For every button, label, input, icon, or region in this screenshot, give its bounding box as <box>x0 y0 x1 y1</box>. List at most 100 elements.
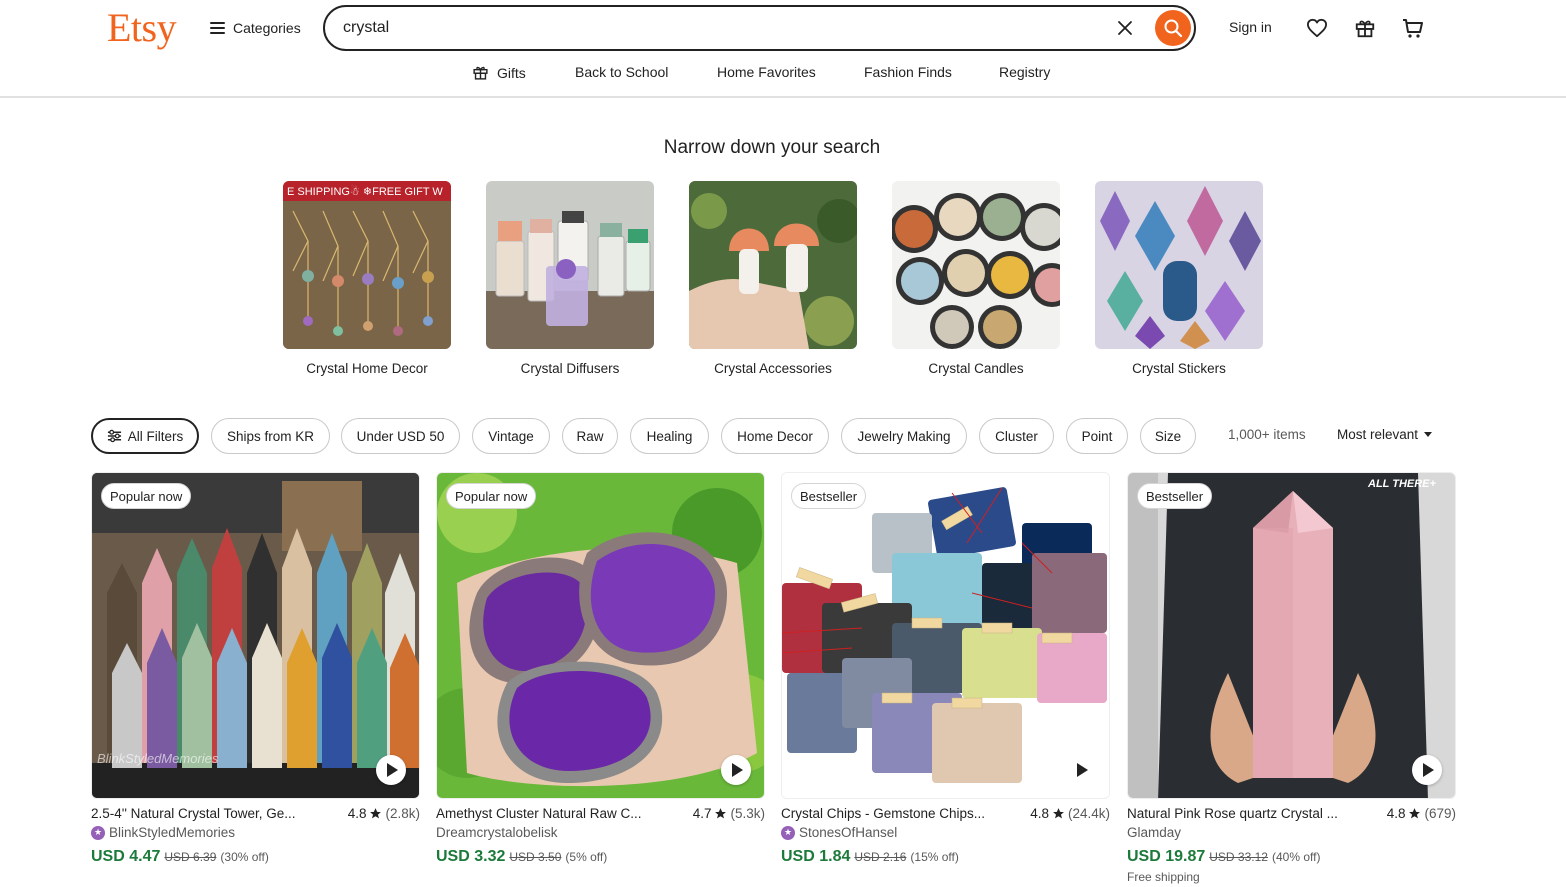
free-shipping-label: Free shipping <box>1127 870 1200 884</box>
search-icon <box>1164 19 1183 38</box>
nav-registry[interactable]: Registry <box>999 64 1050 80</box>
play-icon <box>1077 763 1088 777</box>
play-video-button[interactable] <box>376 755 406 785</box>
category-label-accessories[interactable]: Crystal Accessories <box>689 361 857 376</box>
price-row: USD 1.84 USD 2.16 (15% off) <box>781 848 959 866</box>
play-icon <box>387 763 398 777</box>
category-crystal-candles[interactable] <box>892 181 1060 349</box>
filter-chip-healing[interactable]: Healing <box>630 418 709 454</box>
play-video-button[interactable] <box>721 755 751 785</box>
filter-chip-point[interactable]: Point <box>1066 418 1128 454</box>
product-rating: 4.7 (5.3k) <box>693 806 765 821</box>
product-image[interactable]: Bestseller <box>781 472 1110 799</box>
product-title[interactable]: Amethyst Cluster Natural Raw C... <box>436 806 676 821</box>
star-seller-icon: ★ <box>781 825 795 840</box>
review-count: (5.3k) <box>730 806 765 821</box>
category-image <box>1095 181 1263 349</box>
filter-chip-jewelry-making[interactable]: Jewelry Making <box>841 418 967 454</box>
play-video-button[interactable] <box>1412 755 1442 785</box>
discount-label: (30% off) <box>220 850 269 864</box>
product-image[interactable]: Popular now <box>436 472 765 799</box>
categories-button[interactable]: Categories <box>210 17 301 39</box>
original-price: USD 33.12 <box>1209 850 1268 864</box>
gift-icon <box>473 66 488 80</box>
image-overlay-text: ALL THERE+ <box>1367 478 1437 490</box>
category-label-home-decor[interactable]: Crystal Home Decor <box>283 361 451 376</box>
shop-name-label: Dreamcrystalobelisk <box>436 825 558 840</box>
star-icon <box>1409 808 1421 819</box>
sign-in-link[interactable]: Sign in <box>1229 19 1272 35</box>
shop-name[interactable]: ★ BlinkStyledMemories <box>91 825 235 840</box>
rating-value: 4.7 <box>692 806 712 821</box>
review-count: (679) <box>1424 806 1456 821</box>
all-filters-button[interactable]: All Filters <box>91 418 199 454</box>
play-video-button[interactable] <box>1066 755 1096 785</box>
shop-name[interactable]: ★ StonesOfHansel <box>781 825 897 840</box>
shop-name[interactable]: Glamday <box>1127 825 1181 840</box>
rating-value: 4.8 <box>1030 806 1049 821</box>
product-image[interactable]: BlinkStyledMemories Popular now <box>91 472 420 799</box>
original-price: USD 6.39 <box>164 850 217 864</box>
shop-name[interactable]: Dreamcrystalobelisk <box>436 825 558 840</box>
search-input[interactable] <box>343 16 1103 40</box>
filter-chip-vintage[interactable]: Vintage <box>472 418 550 454</box>
product-rating: 4.8 (679) <box>1387 806 1456 821</box>
product-title[interactable]: Natural Pink Rose quartz Crystal ... <box>1127 806 1367 821</box>
site-header: Etsy Categories Sign in Gifts Back to Sc… <box>0 0 1566 98</box>
category-image <box>892 181 1060 349</box>
image-watermark: BlinkStyledMemories <box>97 751 219 766</box>
category-crystal-home-decor[interactable]: E SHIPPING☃ ❄FREE GIFT W <box>283 181 451 349</box>
bestseller-badge: Bestseller <box>791 483 867 509</box>
review-count: (2.8k) <box>385 806 420 821</box>
filter-chip-raw[interactable]: Raw <box>562 418 618 454</box>
product-image[interactable]: ALL THERE+ Bestseller <box>1127 472 1456 799</box>
price-row: USD 4.47 USD 6.39 (30% off) <box>91 848 269 866</box>
discount-label: (5% off) <box>565 850 608 864</box>
product-title[interactable]: 2.5-4'' Natural Crystal Tower, Ge... <box>91 806 331 821</box>
menu-icon <box>210 22 225 34</box>
category-label-candles[interactable]: Crystal Candles <box>892 361 1060 376</box>
nav-gifts[interactable]: Gifts <box>472 64 526 81</box>
filter-chip-cluster[interactable]: Cluster <box>979 418 1054 454</box>
search-button[interactable] <box>1155 10 1191 46</box>
nav-back-to-school[interactable]: Back to School <box>575 64 668 80</box>
price-row: USD 19.87 USD 33.12 (40% off) <box>1127 848 1320 866</box>
nav-home-favorites[interactable]: Home Favorites <box>717 64 816 80</box>
gift-icon[interactable] <box>1351 14 1379 42</box>
category-image: E SHIPPING☃ ❄FREE GIFT W <box>283 181 451 349</box>
category-crystal-stickers[interactable] <box>1095 181 1263 349</box>
category-banner-text: E SHIPPING☃ ❄FREE GIFT W <box>287 184 443 198</box>
category-image <box>486 181 654 349</box>
star-icon <box>1053 808 1064 819</box>
filter-chip-under-usd-50[interactable]: Under USD 50 <box>341 418 460 454</box>
play-icon <box>732 763 743 777</box>
filter-icon <box>107 429 121 443</box>
search-bar <box>323 5 1196 51</box>
cart-icon[interactable] <box>1399 14 1427 42</box>
category-crystal-accessories[interactable] <box>689 181 857 349</box>
original-price: USD 3.50 <box>509 850 562 864</box>
etsy-logo[interactable]: Etsy <box>107 4 177 51</box>
play-icon <box>1423 763 1434 777</box>
sale-price: USD 1.84 <box>781 848 851 865</box>
discount-label: (15% off) <box>910 850 959 864</box>
category-label-diffusers[interactable]: Crystal Diffusers <box>486 361 654 376</box>
product-title[interactable]: Crystal Chips - Gemstone Chips... <box>781 806 1021 821</box>
star-seller-icon: ★ <box>91 825 105 840</box>
nav-fashion-finds[interactable]: Fashion Finds <box>864 64 952 80</box>
price-row: USD 3.32 USD 3.50 (5% off) <box>436 848 607 866</box>
sort-dropdown[interactable]: Most relevant <box>1337 427 1433 442</box>
categories-label: Categories <box>233 20 301 36</box>
category-image <box>689 181 857 349</box>
category-label-stickers[interactable]: Crystal Stickers <box>1095 361 1263 376</box>
filter-chip-home-decor[interactable]: Home Decor <box>721 418 829 454</box>
filter-chip-size[interactable]: Size <box>1140 418 1196 454</box>
popular-now-badge: Popular now <box>446 483 537 509</box>
star-icon <box>715 808 727 819</box>
heart-icon[interactable] <box>1303 14 1331 42</box>
category-crystal-diffusers[interactable] <box>486 181 654 349</box>
filter-chip-ships-from-kr[interactable]: Ships from KR <box>211 418 330 454</box>
original-price: USD 2.16 <box>854 850 907 864</box>
clear-icon[interactable] <box>1115 18 1135 38</box>
narrow-down-title: Narrow down your search <box>663 137 881 158</box>
